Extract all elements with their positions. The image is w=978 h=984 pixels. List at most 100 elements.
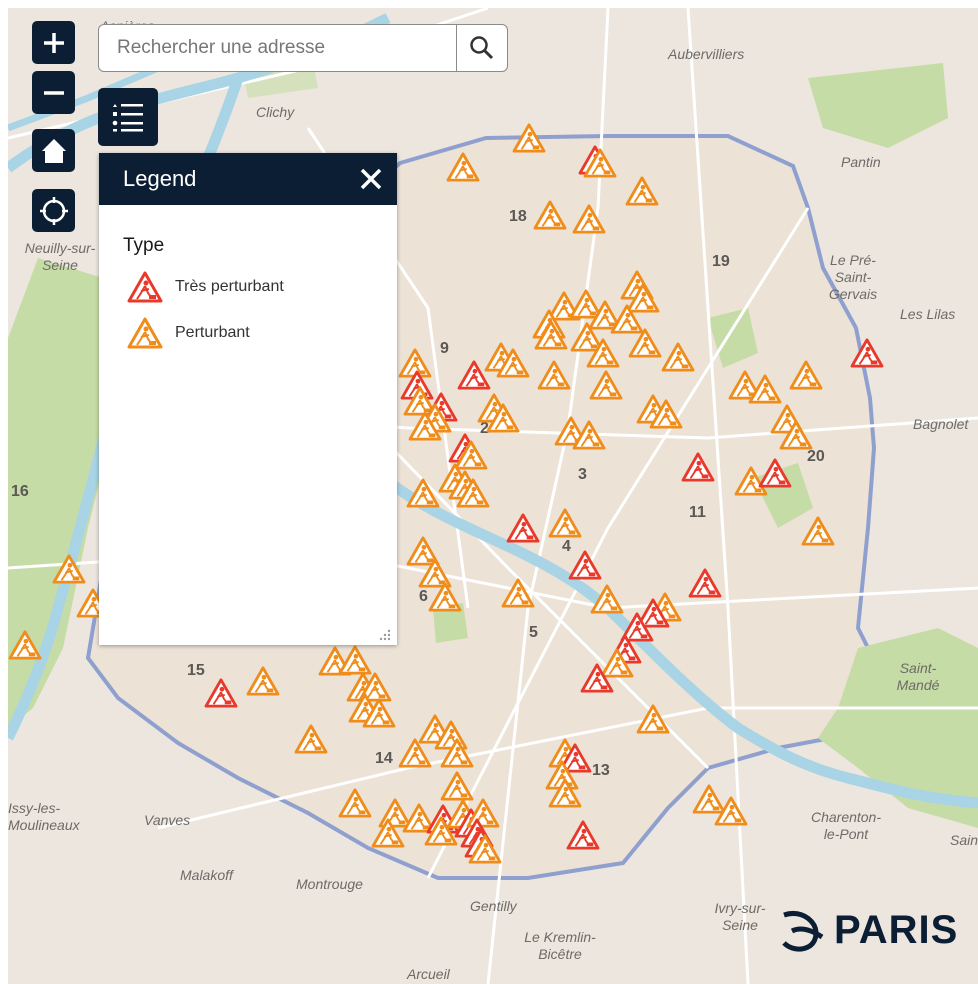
home-button[interactable] <box>32 129 75 172</box>
roadworks-marker[interactable] <box>533 200 567 235</box>
roadworks-marker-severe[interactable] <box>204 678 238 713</box>
paris-logo: PARIS <box>778 908 958 953</box>
roadworks-marker[interactable] <box>8 630 42 665</box>
roadworks-marker[interactable] <box>246 666 280 701</box>
arrondissement-label: 16 <box>11 483 29 500</box>
place-label: Ivry-sur-Seine <box>714 900 766 933</box>
roadworks-marker[interactable] <box>548 778 582 813</box>
roadworks-marker[interactable] <box>456 478 490 513</box>
roadworks-marker[interactable] <box>801 516 835 551</box>
roadworks-marker[interactable] <box>572 204 606 239</box>
locate-button[interactable] <box>32 189 75 232</box>
roadworks-marker[interactable] <box>628 328 662 363</box>
place-label: Arcueil <box>407 966 450 982</box>
roadworks-marker[interactable] <box>371 818 405 853</box>
arrondissement-label: 9 <box>440 340 449 357</box>
place-label: Montrouge <box>296 876 363 892</box>
roadworks-marker[interactable] <box>446 152 480 187</box>
roadworks-marker[interactable] <box>362 698 396 733</box>
roadworks-marker[interactable] <box>486 403 520 438</box>
search-input[interactable] <box>99 25 456 71</box>
roadworks-marker[interactable] <box>428 582 462 617</box>
roadworks-marker[interactable] <box>424 816 458 851</box>
roadworks-marker[interactable] <box>714 796 748 831</box>
legend-panel: Legend Type Très perturbant Perturbant <box>99 153 397 645</box>
arrondissement-label: 5 <box>529 624 538 641</box>
park-north-east <box>808 63 948 148</box>
roadworks-marker[interactable] <box>572 420 606 455</box>
roadworks-marker[interactable] <box>512 123 546 158</box>
roadworks-marker[interactable] <box>779 420 813 455</box>
legend-header: Legend <box>99 153 397 205</box>
zoom-in-button[interactable] <box>32 21 75 64</box>
roadworks-orange-icon <box>127 317 163 349</box>
roadworks-marker[interactable] <box>583 148 617 183</box>
place-label: Le Pré-Saint-Gervais <box>828 252 878 302</box>
paris-ship-icon <box>782 910 824 952</box>
roadworks-marker[interactable] <box>589 370 623 405</box>
roadworks-marker-severe[interactable] <box>566 820 600 855</box>
place-label: Clichy <box>256 104 295 120</box>
roadworks-marker[interactable] <box>625 176 659 211</box>
roadworks-marker[interactable] <box>501 578 535 613</box>
arrondissement-label: 18 <box>509 208 527 225</box>
legend-item: Très perturbant <box>127 271 397 303</box>
place-label: Bagnolet <box>913 416 969 432</box>
arrondissement-label: 14 <box>375 750 393 767</box>
roadworks-marker[interactable] <box>406 478 440 513</box>
arrondissement-label: 19 <box>712 253 730 270</box>
place-label: Le Kremlin-Bicêtre <box>524 929 596 962</box>
roadworks-marker-severe[interactable] <box>457 360 491 395</box>
home-icon <box>41 138 66 163</box>
roadworks-marker-severe[interactable] <box>688 568 722 603</box>
roadworks-marker-severe[interactable] <box>850 338 884 373</box>
resize-grip-icon[interactable] <box>379 629 391 641</box>
place-label: Les Lilas <box>900 306 956 322</box>
roadworks-marker[interactable] <box>661 342 695 377</box>
roadworks-marker[interactable] <box>586 338 620 373</box>
roadworks-marker[interactable] <box>496 348 530 383</box>
legend-item-label: Très perturbant <box>175 278 284 295</box>
roadworks-marker[interactable] <box>440 738 474 773</box>
arrondissement-label: 15 <box>187 662 205 679</box>
roadworks-marker-severe[interactable] <box>758 458 792 493</box>
place-label: Pantin <box>841 154 881 170</box>
crosshair-icon <box>39 196 68 225</box>
legend-toggle-button[interactable] <box>98 88 158 146</box>
roadworks-red-icon <box>127 271 163 303</box>
roadworks-marker[interactable] <box>534 320 568 355</box>
place-label: Saint-Maurice <box>950 832 978 848</box>
roadworks-marker[interactable] <box>294 724 328 759</box>
search-button[interactable] <box>456 25 507 71</box>
roadworks-marker[interactable] <box>338 788 372 823</box>
legend-section-title: Type <box>123 235 165 256</box>
place-label: Malakoff <box>180 867 233 883</box>
plus-icon <box>43 32 64 53</box>
place-label: Gentilly <box>470 898 517 914</box>
roadworks-marker-severe[interactable] <box>580 663 614 698</box>
legend-item-label: Perturbant <box>175 324 250 341</box>
roadworks-marker[interactable] <box>398 738 432 773</box>
close-icon[interactable] <box>359 167 383 191</box>
place-label: Aubervilliers <box>668 46 745 62</box>
roadworks-marker[interactable] <box>468 834 502 869</box>
roadworks-marker[interactable] <box>408 411 442 446</box>
roadworks-marker[interactable] <box>649 399 683 434</box>
roadworks-marker-severe[interactable] <box>681 452 715 487</box>
roadworks-marker-severe[interactable] <box>568 550 602 585</box>
legend-title: Legend <box>123 166 197 191</box>
place-label: Issy-les-Moulineaux <box>8 800 80 833</box>
zoom-out-button[interactable] <box>32 71 75 114</box>
roadworks-marker-severe[interactable] <box>506 513 540 548</box>
roadworks-marker[interactable] <box>590 584 624 619</box>
roadworks-marker[interactable] <box>537 360 571 395</box>
place-label: Charenton-le-Pont <box>810 809 882 842</box>
roadworks-marker[interactable] <box>52 554 86 589</box>
minus-icon <box>43 90 64 95</box>
place-label: Neuilly-sur-Seine <box>24 240 96 273</box>
roadworks-marker[interactable] <box>548 508 582 543</box>
roadworks-marker[interactable] <box>440 771 474 806</box>
roadworks-marker[interactable] <box>636 704 670 739</box>
roadworks-marker[interactable] <box>789 360 823 395</box>
paris-logo-text: PARIS <box>834 908 959 952</box>
